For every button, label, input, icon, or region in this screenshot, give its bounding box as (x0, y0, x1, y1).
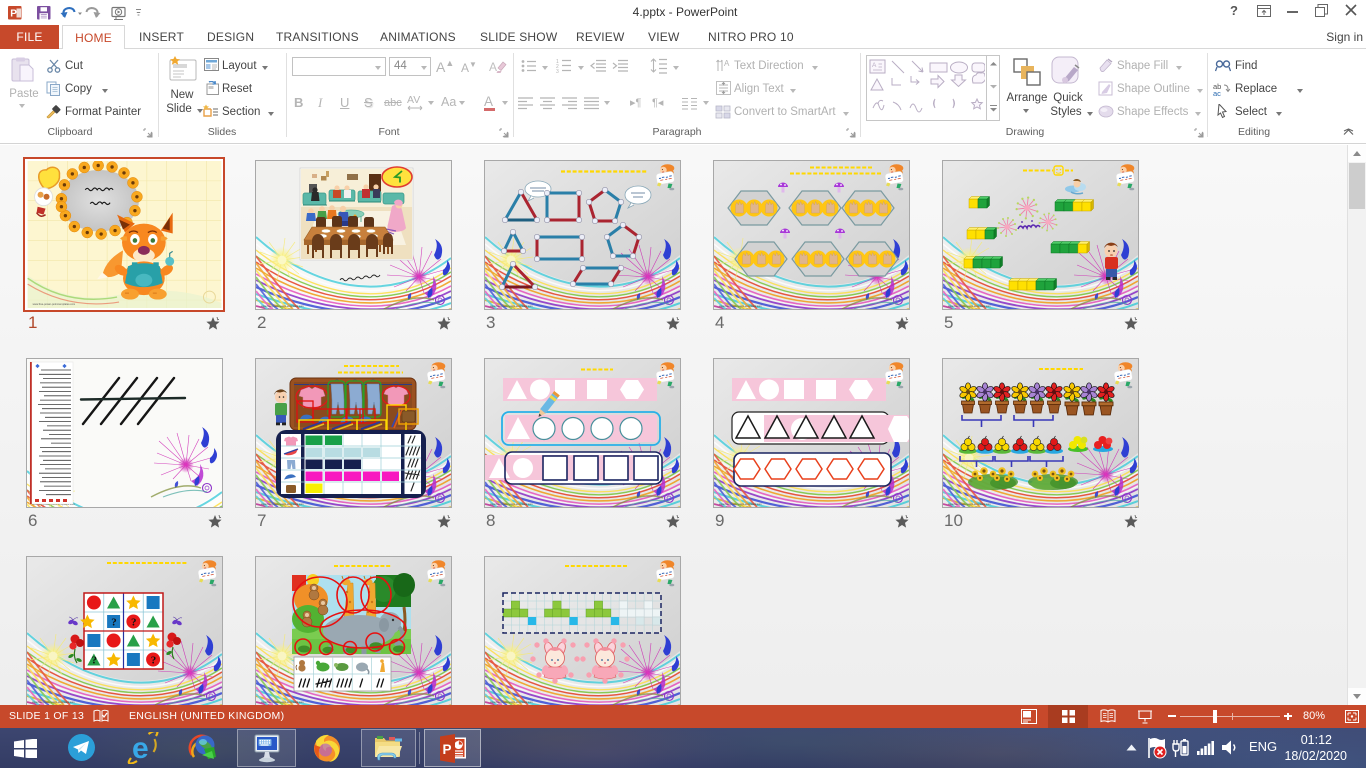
svg-text:3: 3 (556, 69, 559, 73)
svg-text:?: ? (111, 617, 117, 629)
svg-text:ac: ac (1213, 89, 1221, 96)
svg-text:A: A (724, 59, 730, 68)
svg-text:A: A (872, 62, 877, 69)
svg-text:e: e (132, 732, 149, 764)
svg-text:?: ? (92, 655, 98, 667)
svg-text:P: P (10, 9, 17, 20)
svg-text:www.free-power-point-templates: www.free-power-point-templates.com (32, 302, 75, 306)
svg-text:?: ? (131, 617, 137, 629)
svg-text:A: A (489, 60, 497, 74)
svg-text:?: ? (151, 655, 157, 667)
svg-text:P: P (443, 742, 452, 757)
